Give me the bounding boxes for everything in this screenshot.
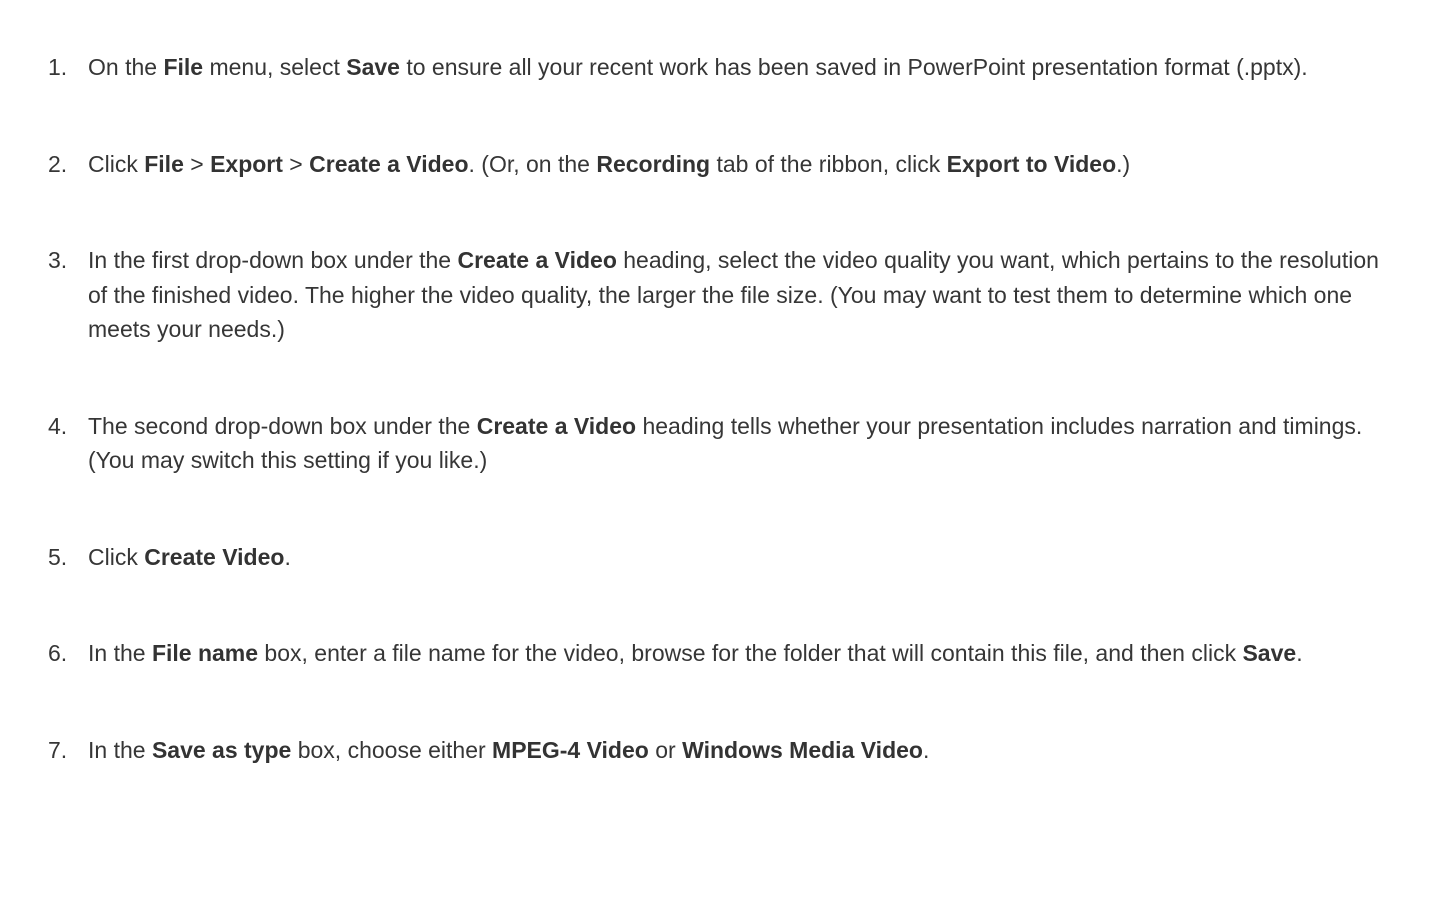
instruction-step-2: Click File > Export > Create a Video. (O… xyxy=(40,147,1394,182)
instruction-step-1: On the File menu, select Save to ensure … xyxy=(40,50,1394,85)
step-text: In the xyxy=(88,737,152,763)
step-text: The second drop-down box under the xyxy=(88,413,477,439)
step-text: .) xyxy=(1116,151,1130,177)
step-text: Click xyxy=(88,544,144,570)
step-text: In the xyxy=(88,640,152,666)
step-text: . xyxy=(284,544,290,570)
step-text: or xyxy=(649,737,682,763)
bold-term: File xyxy=(163,54,203,80)
step-text: to ensure all your recent work has been … xyxy=(400,54,1308,80)
bold-term: Save xyxy=(1242,640,1296,666)
bold-term: Windows Media Video xyxy=(682,737,923,763)
instruction-list: On the File menu, select Save to ensure … xyxy=(40,50,1394,767)
step-text: > xyxy=(184,151,210,177)
bold-term: Create a Video xyxy=(458,247,617,273)
instruction-step-4: The second drop-down box under the Creat… xyxy=(40,409,1394,478)
instruction-step-5: Click Create Video. xyxy=(40,540,1394,575)
step-text: Click xyxy=(88,151,144,177)
step-text: box, enter a file name for the video, br… xyxy=(258,640,1242,666)
bold-term: Export xyxy=(210,151,283,177)
step-text: In the first drop-down box under the xyxy=(88,247,458,273)
instruction-step-7: In the Save as type box, choose either M… xyxy=(40,733,1394,768)
step-text: menu, select xyxy=(203,54,346,80)
step-text: . (Or, on the xyxy=(469,151,597,177)
bold-term: File xyxy=(144,151,184,177)
bold-term: Save xyxy=(346,54,400,80)
step-text: . xyxy=(1296,640,1302,666)
step-text: . xyxy=(923,737,929,763)
step-text: tab of the ribbon, click xyxy=(710,151,947,177)
step-text: On the xyxy=(88,54,163,80)
instruction-step-3: In the first drop-down box under the Cre… xyxy=(40,243,1394,347)
bold-term: Save as type xyxy=(152,737,291,763)
step-text: box, choose either xyxy=(291,737,492,763)
bold-term: MPEG-4 Video xyxy=(492,737,649,763)
bold-term: File name xyxy=(152,640,258,666)
bold-term: Recording xyxy=(596,151,710,177)
bold-term: Create Video xyxy=(144,544,284,570)
step-text: > xyxy=(283,151,309,177)
bold-term: Export to Video xyxy=(947,151,1117,177)
bold-term: Create a Video xyxy=(477,413,636,439)
instruction-step-6: In the File name box, enter a file name … xyxy=(40,636,1394,671)
bold-term: Create a Video xyxy=(309,151,468,177)
